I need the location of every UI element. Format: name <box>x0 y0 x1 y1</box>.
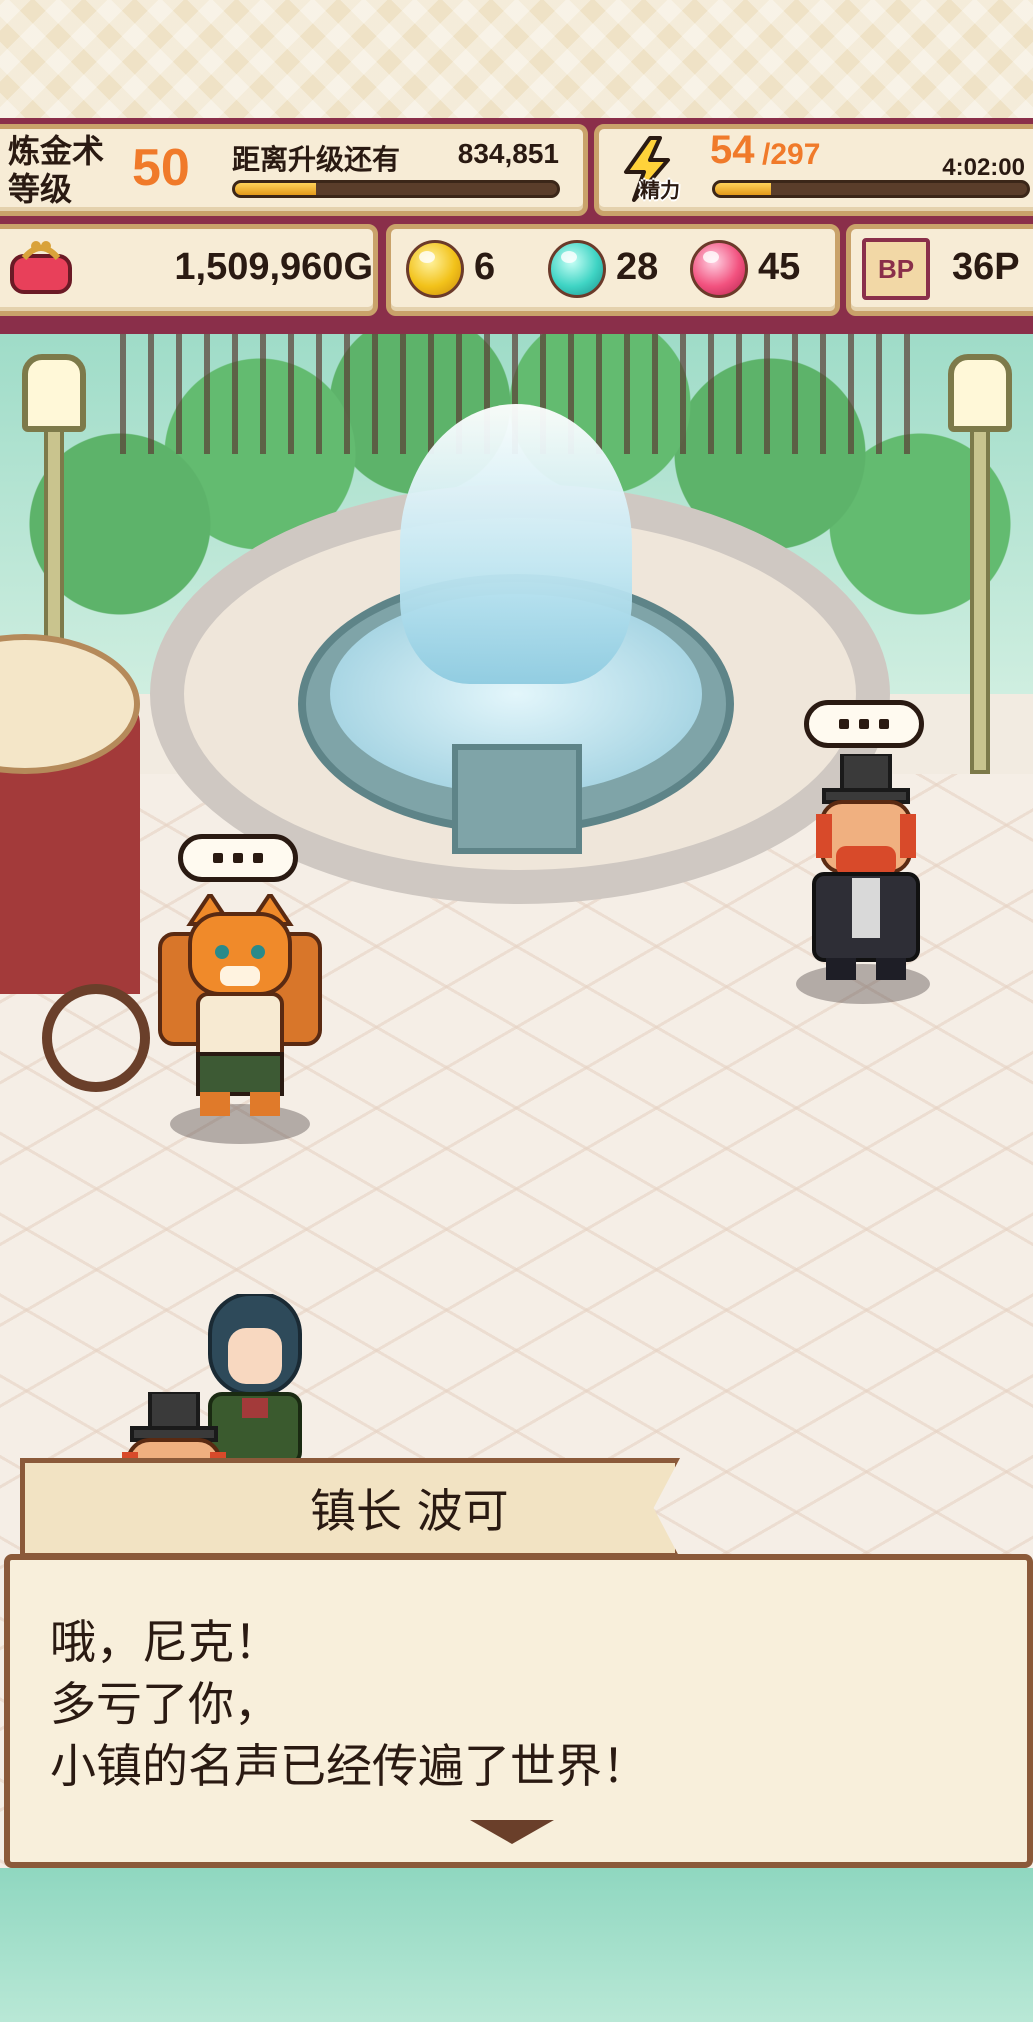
gem-teal-icon <box>548 240 606 298</box>
fox-traveler-npc[interactable] <box>150 894 330 1124</box>
fox-speech-bubble <box>178 834 298 882</box>
garden-bottom-strip <box>0 1868 1033 2022</box>
xp-remaining: 834,851 <box>457 138 559 169</box>
fountain-spray <box>400 404 632 684</box>
energy-progress-bar <box>712 180 1030 198</box>
mayor-npc[interactable] <box>796 754 936 984</box>
gold-amount: 1,509,960G <box>174 246 373 288</box>
gem-yellow-icon <box>406 240 464 298</box>
cart-wheel <box>42 984 150 1092</box>
bp-value: 36P <box>952 246 1020 288</box>
xp-progress-bar <box>232 180 560 198</box>
top-decoration <box>0 0 1033 118</box>
level-label: 炼金术 等级 <box>8 132 105 208</box>
dialogue-line-1: 哦，尼克！ <box>50 1615 280 1669</box>
xp-label: 距离升级还有 <box>232 143 401 176</box>
level-value: 50 <box>132 139 190 197</box>
fountain-pedestal <box>452 744 582 854</box>
purse-icon <box>10 241 72 294</box>
lamp-right-icon <box>948 354 1012 432</box>
gem-yellow-count: 6 <box>474 246 496 288</box>
gem-teal-count: 28 <box>616 246 659 288</box>
lamp-post-right <box>970 414 990 774</box>
xp-progress-fill <box>235 183 316 195</box>
energy-label: 精力 <box>640 178 680 202</box>
energy-progress-fill <box>715 183 772 195</box>
energy-current: 54 <box>710 128 755 172</box>
dialogue-line-3: 小镇的名声已经传遍了世界！ <box>50 1739 648 1793</box>
energy-max: /297 <box>762 138 821 171</box>
gem-pink-icon <box>690 240 748 298</box>
speaker-name: 镇长 波可 <box>310 1484 509 1538</box>
dialogue-line-2: 多亏了你， <box>50 1677 280 1731</box>
gem-pink-count: 45 <box>758 246 801 288</box>
mayor-speech-bubble <box>804 700 924 748</box>
lamp-left-icon <box>22 354 86 432</box>
bp-icon: BP <box>862 238 930 300</box>
energy-timer: 4:02:00 <box>942 154 1025 181</box>
